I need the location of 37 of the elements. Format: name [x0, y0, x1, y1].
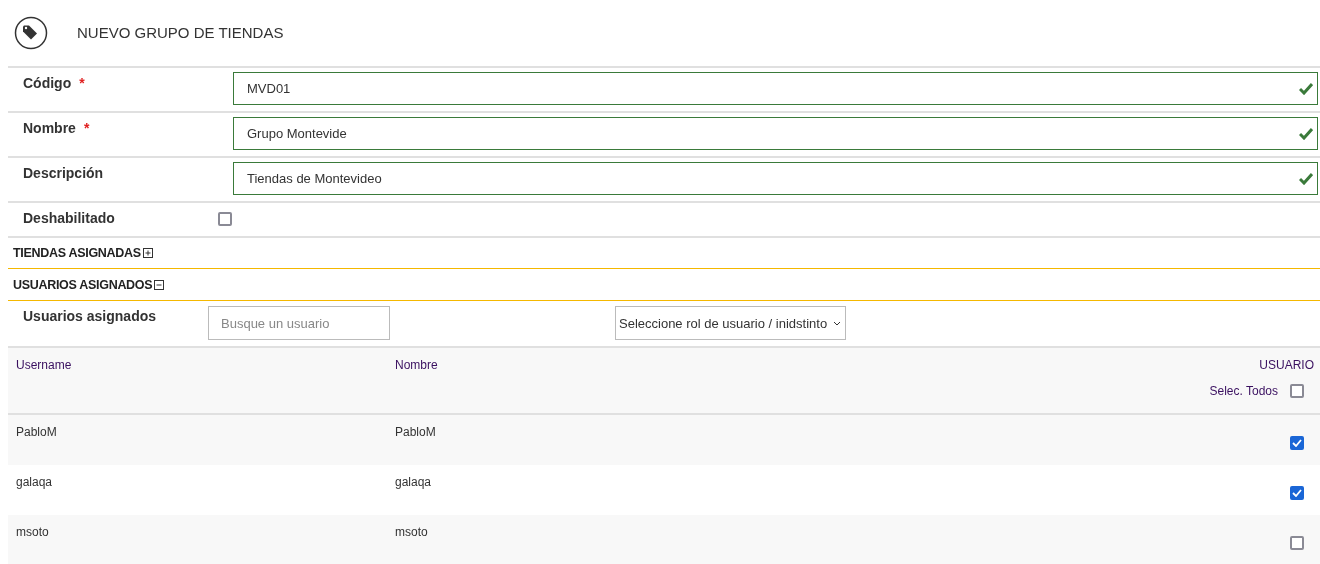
text-field[interactable]: Tiendas de Montevideo	[233, 162, 1318, 195]
field-label: Código *	[22, 74, 86, 91]
check-icon	[1299, 127, 1313, 140]
column-header: Nombre	[395, 358, 439, 374]
table-cell-text: PabloM	[16, 425, 58, 441]
column-header: Username	[16, 358, 73, 374]
section-title[interactable]: TIENDAS ASIGNADAS	[13, 246, 141, 260]
required-mark: *	[83, 120, 90, 136]
field-label: Nombre *	[22, 119, 91, 136]
tag-icon	[14, 16, 48, 50]
section-title[interactable]: USUARIOS ASIGNADOS	[13, 277, 153, 292]
table-cell-text: galaqa	[16, 475, 54, 491]
filter-label: Usuarios asignados	[22, 307, 158, 324]
field-label: Deshabilitado	[22, 209, 116, 226]
check-icon	[1299, 172, 1313, 185]
table-cell-text: msoto	[395, 525, 429, 541]
select-all-label: Selec. Todos	[1209, 384, 1278, 398]
row-checkbox[interactable]	[1290, 436, 1304, 450]
expand-icon[interactable]	[142, 248, 153, 258]
select-all-checkbox[interactable]	[1290, 384, 1304, 398]
row-checkbox[interactable]	[1290, 486, 1304, 500]
field-label: Descripción	[22, 164, 105, 181]
role-select[interactable]: Seleccione rol de usuario / inidstinto	[615, 306, 847, 340]
table-cell-text: PabloM	[395, 425, 437, 441]
search-field[interactable]: Busque un usuario	[208, 306, 390, 340]
text-field[interactable]: Grupo Montevide	[233, 117, 1318, 150]
table-cell-text: galaqa	[395, 475, 433, 491]
collapse-icon[interactable]	[154, 279, 165, 290]
checkbox[interactable]	[218, 212, 232, 226]
table-cell-text: msoto	[16, 525, 50, 541]
chevron-down-icon	[833, 320, 842, 326]
text-field[interactable]: MVD01	[233, 72, 1318, 105]
check-icon	[1299, 82, 1313, 95]
column-header: USUARIO	[1259, 358, 1314, 372]
page-title: NUEVO GRUPO DE TIENDAS	[77, 23, 284, 41]
required-mark: *	[79, 75, 85, 91]
row-checkbox[interactable]	[1290, 536, 1304, 550]
